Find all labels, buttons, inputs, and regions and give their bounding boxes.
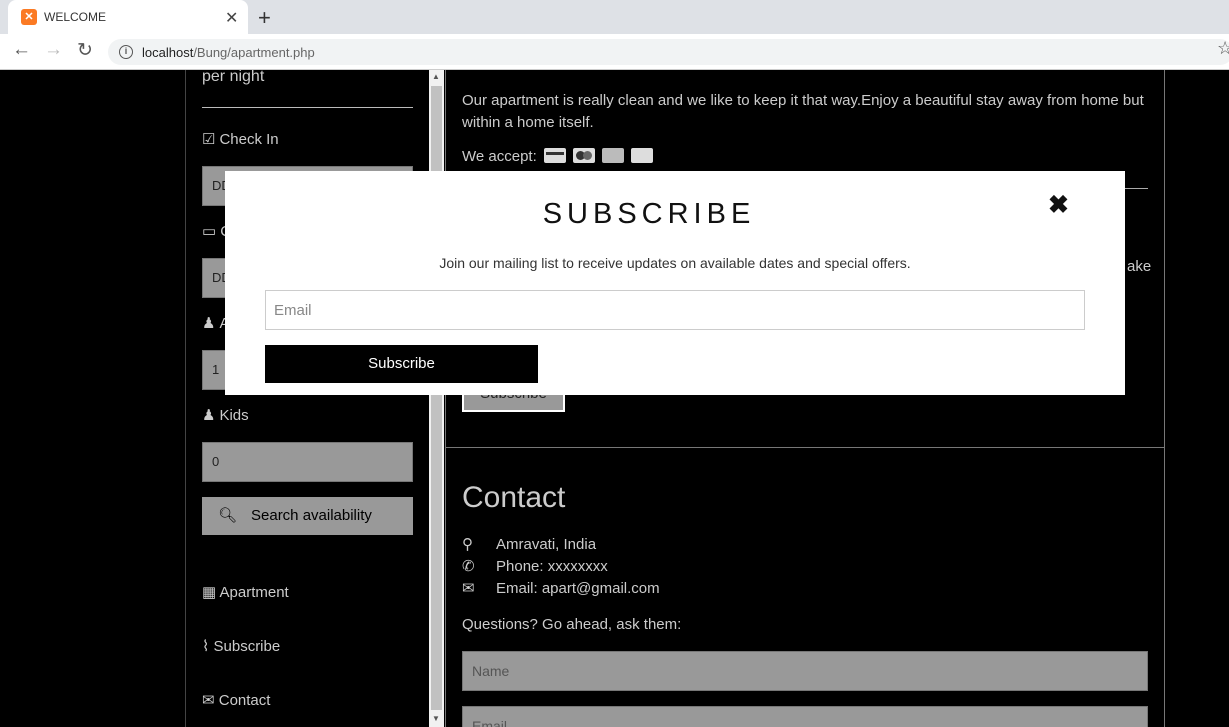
paypal-icon xyxy=(631,148,654,163)
contact-phone: ✆ Phone: xxxxxxxx xyxy=(462,557,608,575)
kids-label-text: Kids xyxy=(219,407,249,424)
sidebar-scrollbar[interactable]: ▲ ▼ xyxy=(429,70,444,727)
reload-icon[interactable]: ↻ xyxy=(77,39,93,62)
check-in-label-text: Check In xyxy=(219,131,279,148)
calendar-check-icon: ☑ xyxy=(202,131,216,148)
search-icon: 🔍︎ xyxy=(218,507,238,524)
price-per-night: per night xyxy=(202,68,265,85)
search-availability-button[interactable]: 🔍︎ Search availability xyxy=(202,497,413,535)
we-accept-label: We accept: xyxy=(462,148,537,165)
main-content: Our apartment is really clean and we lik… xyxy=(445,70,1165,727)
modal-description: Join our mailing list to receive updates… xyxy=(439,255,911,271)
building-icon: ▦ xyxy=(202,584,220,601)
contact-location: ⚲ Amravati, India xyxy=(462,535,596,553)
booking-sidebar: per night ☑Check In DD ▭C DD ♟A 1 ♟Kids … xyxy=(185,68,429,727)
section-separator xyxy=(446,447,1164,448)
sidebar-link-contact-label: Contact xyxy=(218,692,271,709)
scroll-up-icon[interactable]: ▲ xyxy=(432,72,440,81)
envelope-icon: ✉ xyxy=(462,580,475,597)
sidebar-link-contact[interactable]: ✉ Contact xyxy=(202,691,270,709)
modal-email-input[interactable]: Email xyxy=(265,290,1085,330)
bookmark-star-icon[interactable]: ☆ xyxy=(1217,38,1229,59)
payment-methods: We accept: xyxy=(462,148,654,165)
subscribe-modal: SUBSCRIBE ✖ Join our mailing list to rec… xyxy=(225,171,1125,395)
divider xyxy=(202,107,413,108)
male-icon: ♟ xyxy=(202,315,216,332)
sidebar-link-apartment-label: Apartment xyxy=(219,584,289,601)
new-tab-icon[interactable]: + xyxy=(258,5,271,31)
url-host: localhost xyxy=(142,45,194,60)
contact-email-text: Email: apart@gmail.com xyxy=(496,580,660,597)
address-bar[interactable]: i localhost/Bung/apartment.php xyxy=(108,39,1229,65)
sidebar-link-apartment[interactable]: ▦ Apartment xyxy=(202,583,289,601)
url-text: localhost/Bung/apartment.php xyxy=(142,45,315,60)
kids-label: ♟ Kids xyxy=(202,406,249,424)
amex-icon xyxy=(602,148,625,163)
contact-location-text: Amravati, India xyxy=(496,536,597,553)
browser-toolbar: ← → ↻ i localhost/Bung/apartment.php xyxy=(0,34,1229,70)
rss-icon: ⌇ xyxy=(202,638,214,655)
close-icon[interactable]: ✖ xyxy=(1048,190,1069,220)
questions-prompt: Questions? Go ahead, ask them: xyxy=(462,616,682,633)
back-icon[interactable]: ← xyxy=(12,39,31,61)
map-marker-icon: ⚲ xyxy=(462,536,473,553)
url-path: /Bung/apartment.php xyxy=(193,45,315,60)
calendar-icon: ▭ xyxy=(202,223,217,240)
envelope-icon: ✉ xyxy=(202,692,219,709)
close-tab-icon[interactable]: ✕ xyxy=(225,8,238,28)
partial-text: ake xyxy=(1127,258,1152,275)
apartment-description: Our apartment is really clean and we lik… xyxy=(462,92,1144,131)
credit-card-icon xyxy=(543,148,566,163)
kids-input[interactable]: 0 xyxy=(202,442,413,482)
child-icon: ♟ xyxy=(202,407,216,424)
tab-title: WELCOME xyxy=(44,10,107,24)
email-input[interactable]: Email xyxy=(462,706,1148,727)
sidebar-link-subscribe-label: Subscribe xyxy=(213,638,281,655)
contact-phone-text: Phone: xxxxxxxx xyxy=(496,558,608,575)
scroll-down-icon[interactable]: ▼ xyxy=(432,714,440,723)
contact-email: ✉ Email: apart@gmail.com xyxy=(462,579,660,597)
name-input[interactable]: Name xyxy=(462,651,1148,691)
mastercard-icon xyxy=(573,148,596,163)
browser-tab-bar: ✕ WELCOME ✕ + xyxy=(0,0,1229,34)
search-availability-label: Search availability xyxy=(251,507,372,524)
sidebar-link-subscribe[interactable]: ⌇ Subscribe xyxy=(202,637,280,655)
info-icon[interactable]: i xyxy=(119,45,133,59)
contact-heading: Contact xyxy=(462,481,566,514)
check-in-label: ☑ Check In xyxy=(202,130,279,148)
browser-tab[interactable]: ✕ WELCOME ✕ xyxy=(8,0,248,34)
xampp-icon: ✕ xyxy=(21,9,37,25)
modal-subscribe-button[interactable]: Subscribe xyxy=(265,345,538,383)
modal-title: SUBSCRIBE xyxy=(542,198,756,230)
phone-icon: ✆ xyxy=(462,558,475,575)
forward-icon[interactable]: → xyxy=(44,39,63,61)
